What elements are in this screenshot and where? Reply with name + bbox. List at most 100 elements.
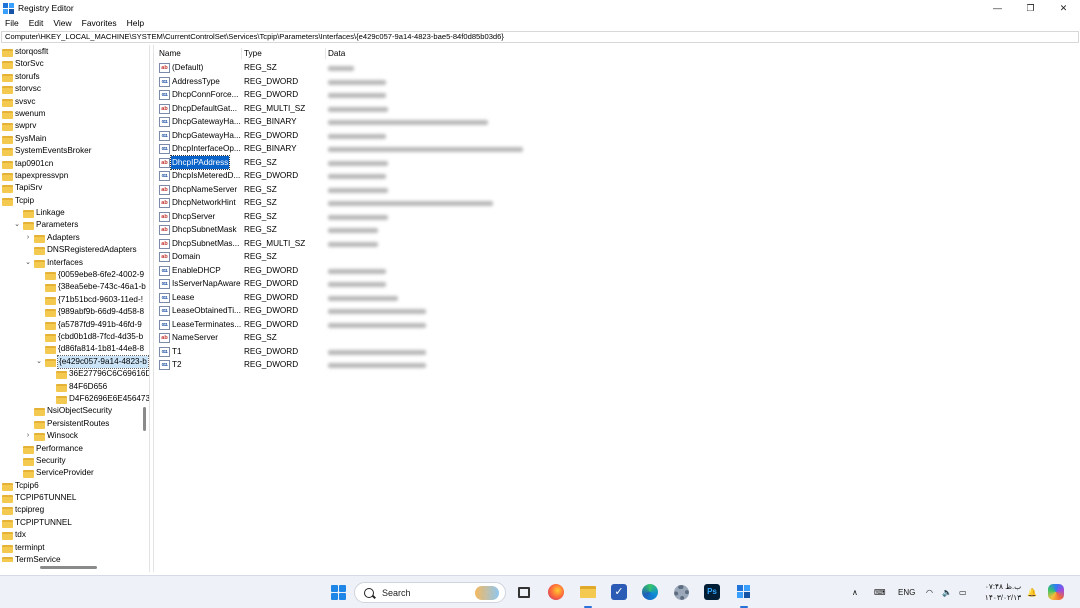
value-row[interactable]: ab DhcpSubnetMask REG_SZ — [154, 223, 1080, 237]
photoshop-icon[interactable]: Ps — [702, 582, 722, 602]
tree-item[interactable]: StorSvc — [0, 58, 142, 70]
tree-item[interactable]: SystemEventsBroker — [0, 145, 142, 157]
close-button[interactable]: ✕ — [1047, 0, 1080, 16]
tree-item[interactable]: ⌄ Parameters — [0, 219, 142, 231]
registry-editor-taskbar-icon[interactable] — [734, 582, 754, 602]
value-row[interactable]: ab Domain REG_SZ — [154, 250, 1080, 264]
value-row[interactable]: ab (Default) REG_SZ — [154, 61, 1080, 75]
tree-item[interactable]: D4F62696E6E456473 — [0, 393, 149, 405]
address-bar[interactable]: Computer\HKEY_LOCAL_MACHINE\SYSTEM\Curre… — [1, 31, 1079, 43]
key-tree-pane[interactable]: storqosflt StorSvc storufs storvsc svsvc swen… — [0, 45, 150, 572]
value-row[interactable]: ab DhcpDefaultGat... REG_MULTI_SZ — [154, 102, 1080, 116]
value-row[interactable]: 011 EnableDHCP REG_DWORD — [154, 264, 1080, 278]
tree-item[interactable]: TCPIP6TUNNEL — [0, 492, 142, 504]
maximize-button[interactable]: ❐ — [1014, 0, 1047, 16]
value-row[interactable]: 011 T2 REG_DWORD — [154, 358, 1080, 372]
value-row[interactable]: 011 DhcpIsMeteredD... REG_DWORD — [154, 169, 1080, 183]
value-row[interactable]: ab DhcpNameServer REG_SZ — [154, 183, 1080, 197]
input-language-indicator[interactable]: ENG — [898, 576, 915, 608]
value-row[interactable]: 011 DhcpInterfaceOp... REG_BINARY — [154, 142, 1080, 156]
tree-item[interactable]: 36E27796C6C69616D — [0, 368, 149, 380]
column-header-data[interactable]: Data — [325, 47, 525, 60]
tree-item[interactable]: terminpt — [0, 542, 142, 554]
tree-item[interactable]: NsiObjectSecurity — [0, 405, 142, 417]
firefox-icon[interactable] — [546, 582, 566, 602]
value-row[interactable]: 011 Lease REG_DWORD — [154, 291, 1080, 305]
todo-check-icon[interactable]: ✓ — [609, 582, 629, 602]
battery-icon[interactable]: ▭ — [959, 576, 967, 608]
tree-item[interactable]: storvsc — [0, 83, 142, 95]
value-row[interactable]: ab DhcpServer REG_SZ — [154, 210, 1080, 224]
minimize-button[interactable]: — — [981, 0, 1014, 16]
collapse-chevron-icon[interactable]: ⌄ — [13, 219, 21, 231]
menu-help[interactable]: Help — [122, 16, 149, 30]
tree-item[interactable]: Performance — [0, 443, 142, 455]
edge-icon[interactable] — [640, 582, 660, 602]
volume-icon[interactable]: 🔈 — [942, 576, 952, 608]
tree-item[interactable]: {d86fa814-1b81-44e8-8 — [0, 343, 144, 355]
tree-item[interactable]: {989abf9b-66d9-4d58-8 — [0, 306, 144, 318]
menu-edit[interactable]: Edit — [24, 16, 49, 30]
menu-file[interactable]: File — [0, 16, 24, 30]
tree-item[interactable]: {cbd0b1d8-7fcd-4d35-b — [0, 331, 143, 343]
tree-item[interactable]: storqosflt — [0, 46, 142, 58]
tree-item[interactable]: swprv — [0, 120, 142, 132]
tree-item[interactable]: Linkage — [0, 207, 142, 219]
tree-item[interactable]: {71b51bcd-9603-11ed-! — [0, 294, 143, 306]
column-header-name[interactable]: Name — [156, 47, 242, 60]
system-clock[interactable]: ب.ظ ۰۷:۴۸ ۱۴۰۳/۰۲/۱۳ — [982, 581, 1024, 603]
tree-horizontal-scroll-thumb[interactable] — [40, 566, 97, 569]
tree-item[interactable]: DNSRegisteredAdapters — [0, 244, 142, 256]
tree-item[interactable]: TCPIPTUNNEL — [0, 517, 142, 529]
tree-item[interactable]: › Adapters — [0, 232, 142, 244]
value-row[interactable]: 011 DhcpGatewayHa... REG_DWORD — [154, 129, 1080, 143]
notification-bell-icon[interactable]: 🔔 — [1027, 576, 1037, 608]
value-row[interactable]: ab DhcpSubnetMas... REG_MULTI_SZ — [154, 237, 1080, 251]
tree-item[interactable]: {a5787fd9-491b-46fd-9 — [0, 319, 142, 331]
tree-item[interactable]: {38ea5ebe-743c-46a1-b — [0, 281, 146, 293]
tree-item[interactable]: swenum — [0, 108, 142, 120]
value-row[interactable]: 011 LeaseTerminates... REG_DWORD — [154, 318, 1080, 332]
tree-item[interactable]: storufs — [0, 71, 142, 83]
tree-item[interactable]: 84F6D656 — [0, 381, 142, 393]
touch-keyboard-icon[interactable]: ⌨ — [874, 576, 886, 608]
expand-chevron-icon[interactable]: › — [24, 232, 32, 244]
tree-item[interactable]: tapexpressvpn — [0, 170, 142, 182]
tree-item[interactable]: PersistentRoutes — [0, 418, 142, 430]
value-row[interactable]: 011 DhcpConnForce... REG_DWORD — [154, 88, 1080, 102]
copilot-icon[interactable] — [1046, 582, 1066, 602]
task-view-icon[interactable] — [514, 582, 534, 602]
tree-item[interactable]: svsvc — [0, 96, 142, 108]
tree-item[interactable]: ⌄ {e429c057-9a14-4823-b — [0, 354, 149, 370]
tree-item[interactable]: TapiSrv — [0, 182, 142, 194]
value-row[interactable]: 011 AddressType REG_DWORD — [154, 75, 1080, 89]
value-row[interactable]: ab DhcpIPAddress REG_SZ — [154, 154, 1080, 170]
value-row[interactable]: 011 T1 REG_DWORD — [154, 345, 1080, 359]
menu-favorites[interactable]: Favorites — [77, 16, 122, 30]
tree-item[interactable]: ⌄Tcpip — [0, 195, 142, 207]
value-row[interactable]: 011 LeaseObtainedTi... REG_DWORD — [154, 304, 1080, 318]
settings-gear-icon[interactable] — [671, 582, 691, 602]
taskbar-search-box[interactable]: Search — [354, 582, 506, 603]
tree-item[interactable]: SysMain — [0, 133, 142, 145]
values-list-pane[interactable]: Name Type Data ab (Default) REG_SZ 011 Addre… — [153, 45, 1079, 572]
value-row[interactable]: 011 DhcpGatewayHa... REG_BINARY — [154, 115, 1080, 129]
collapse-chevron-icon[interactable]: ⌄ — [35, 356, 43, 368]
collapse-chevron-icon[interactable]: ⌄ — [24, 257, 32, 269]
tree-item[interactable]: Tcpip6 — [0, 480, 142, 492]
value-row[interactable]: ab NameServer REG_SZ — [154, 331, 1080, 345]
tree-item[interactable]: tdx — [0, 529, 142, 541]
menu-view[interactable]: View — [48, 16, 76, 30]
tree-horizontal-scrollbar[interactable] — [0, 562, 149, 572]
tree-item[interactable]: ⌄ Interfaces — [0, 257, 142, 269]
expand-chevron-icon[interactable]: › — [24, 430, 32, 442]
tree-item[interactable]: tap0901cn — [0, 158, 142, 170]
tree-item[interactable]: tcpipreg — [0, 504, 142, 516]
wifi-icon[interactable]: ◠ — [926, 576, 933, 608]
file-explorer-icon[interactable] — [578, 582, 598, 602]
value-row[interactable]: ab DhcpNetworkHint REG_SZ — [154, 196, 1080, 210]
start-button[interactable] — [328, 582, 348, 602]
value-row[interactable]: 011 IsServerNapAware REG_DWORD — [154, 277, 1080, 291]
tree-item[interactable]: › Winsock — [0, 430, 142, 442]
tree-item[interactable]: Security — [0, 455, 142, 467]
